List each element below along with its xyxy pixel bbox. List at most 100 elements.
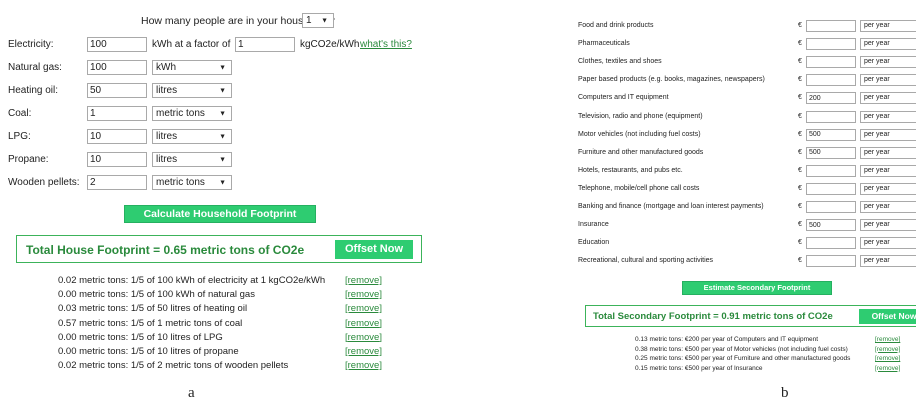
factor-unit: kgCO2e/kWh: [300, 39, 360, 50]
spending-input[interactable]: [806, 182, 856, 195]
period-select[interactable]: per year: [860, 20, 916, 32]
period-select[interactable]: per year: [860, 38, 916, 51]
unit-select[interactable]: litres ▼: [152, 83, 232, 98]
spending-input[interactable]: [806, 38, 856, 51]
fuel-row: Wooden pellets: metric tons ▼: [0, 175, 470, 191]
spending-input[interactable]: [806, 92, 856, 105]
spending-label: Clothes, textiles and shoes: [578, 58, 662, 66]
period-select-value: per year: [864, 257, 890, 265]
spending-label: Pharmaceuticals: [578, 40, 630, 48]
period-select[interactable]: per year: [860, 110, 916, 123]
unit-select[interactable]: kWh ▼: [152, 60, 232, 75]
house-total-text: Total House Footprint = 0.65 metric tons…: [26, 243, 305, 257]
unit-select-value: kWh: [156, 62, 176, 73]
spending-input[interactable]: [806, 255, 856, 268]
fuel-input[interactable]: [87, 83, 147, 98]
remove-link[interactable]: [remove]: [345, 275, 382, 286]
spending-input[interactable]: [806, 110, 856, 123]
spending-row: Paper based products (e.g. books, magazi…: [578, 74, 916, 87]
remove-link[interactable]: [remove]: [345, 346, 382, 357]
fuel-input[interactable]: [87, 60, 147, 75]
period-select-value: per year: [864, 166, 890, 174]
fuel-input[interactable]: [87, 175, 147, 190]
remove-link[interactable]: [remove]: [345, 318, 382, 329]
period-select[interactable]: per year: [860, 92, 916, 105]
currency-symbol: €: [798, 257, 802, 265]
remove-link[interactable]: [remove]: [345, 303, 382, 314]
chevron-down-icon: ▼: [321, 17, 328, 24]
result-text: 0.03 metric tons: 1/5 of 50 litres of he…: [58, 303, 248, 315]
fuel-label: Propane:: [8, 154, 49, 165]
spending-label: Telephone, mobile/cell phone call costs: [578, 184, 700, 192]
spending-input[interactable]: [806, 20, 856, 32]
unit-select[interactable]: litres ▼: [152, 152, 232, 167]
whats-this-link[interactable]: what's this?: [360, 39, 412, 50]
fuel-label: Wooden pellets:: [8, 177, 80, 188]
offset-now-button-a[interactable]: Offset Now: [335, 240, 413, 259]
period-select[interactable]: per year: [860, 201, 916, 213]
unit-select[interactable]: metric tons ▼: [152, 106, 232, 121]
people-select[interactable]: 1 ▼: [302, 13, 334, 28]
period-select[interactable]: per year: [860, 164, 916, 177]
fuel-label: Coal:: [8, 108, 32, 119]
fuel-row: Propane: litres ▼: [0, 152, 470, 168]
period-select[interactable]: per year: [860, 182, 916, 195]
fuel-input[interactable]: [87, 152, 147, 167]
spending-row: Computers and IT equipment € per year: [578, 92, 916, 105]
remove-link[interactable]: [remove]: [345, 332, 382, 343]
period-select-value: per year: [864, 184, 890, 192]
spending-input[interactable]: [806, 164, 856, 177]
spending-input[interactable]: [806, 128, 856, 141]
calculate-household-button[interactable]: Calculate Household Footprint: [124, 205, 316, 223]
spending-label: Food and drink products: [578, 22, 654, 29]
currency-symbol: €: [798, 130, 802, 138]
spending-label: Television, radio and phone (equipment): [578, 112, 703, 120]
result-text: 0.00 metric tons: 1/5 of 10 litres of LP…: [58, 331, 223, 343]
fuel-input[interactable]: [87, 106, 147, 121]
spending-input[interactable]: [806, 219, 856, 232]
secondary-total-box: Total Secondary Footprint = 0.91 metric …: [585, 305, 916, 327]
spending-label: Computers and IT equipment: [578, 94, 669, 102]
period-select[interactable]: per year: [860, 237, 916, 250]
chevron-down-icon: ▼: [219, 64, 226, 71]
spending-row: Hotels, restaurants, and pubs etc. € per y…: [578, 164, 916, 177]
currency-symbol: €: [798, 112, 802, 120]
electricity-input[interactable]: [87, 37, 147, 52]
period-select[interactable]: per year: [860, 74, 916, 87]
spending-input[interactable]: [806, 146, 856, 159]
result-row: 0.15 metric tons: €500 per year of Insur…: [635, 365, 916, 374]
unit-select[interactable]: litres ▼: [152, 129, 232, 144]
offset-now-button-b[interactable]: Offset Now: [859, 309, 916, 324]
currency-symbol: €: [798, 76, 802, 84]
spending-input[interactable]: [806, 201, 856, 213]
period-select[interactable]: per year: [860, 219, 916, 232]
remove-link[interactable]: [remove]: [875, 346, 900, 353]
period-select[interactable]: per year: [860, 128, 916, 141]
spending-input[interactable]: [806, 56, 856, 69]
spending-input[interactable]: [806, 74, 856, 87]
secondary-footprint-panel: Food and drink products € per year Pharmace…: [578, 0, 916, 405]
period-select-value: per year: [864, 221, 890, 229]
period-select[interactable]: per year: [860, 255, 916, 268]
fuel-input[interactable]: [87, 129, 147, 144]
spending-label: Banking and finance (mortgage and loan i…: [578, 203, 764, 210]
result-row: 0.00 metric tons: 1/5 of 10 litres of pr…: [58, 346, 398, 358]
remove-link[interactable]: [remove]: [875, 355, 900, 362]
spending-input[interactable]: [806, 237, 856, 250]
result-row: 0.00 metric tons: 1/5 of 100 kWh of natu…: [58, 289, 398, 301]
estimate-secondary-button[interactable]: Estimate Secondary Footprint: [682, 281, 832, 295]
period-select[interactable]: per year: [860, 146, 916, 159]
unit-select[interactable]: metric tons ▼: [152, 175, 232, 190]
period-select-value: per year: [864, 203, 890, 210]
remove-link[interactable]: [remove]: [875, 336, 900, 343]
remove-link[interactable]: [remove]: [345, 289, 382, 300]
remove-link[interactable]: [remove]: [345, 360, 382, 371]
electricity-row: Electricity: kWh at a factor of kgCO2e/k…: [0, 37, 470, 53]
chevron-down-icon: ▼: [219, 110, 226, 117]
factor-input[interactable]: [235, 37, 295, 52]
period-select[interactable]: per year: [860, 56, 916, 69]
spending-label: Insurance: [578, 221, 609, 229]
result-row: 0.57 metric tons: 1/5 of 1 metric tons o…: [58, 318, 398, 330]
remove-link[interactable]: [remove]: [875, 365, 900, 372]
result-row: 0.38 metric tons: €500 per year of Motor…: [635, 346, 916, 355]
